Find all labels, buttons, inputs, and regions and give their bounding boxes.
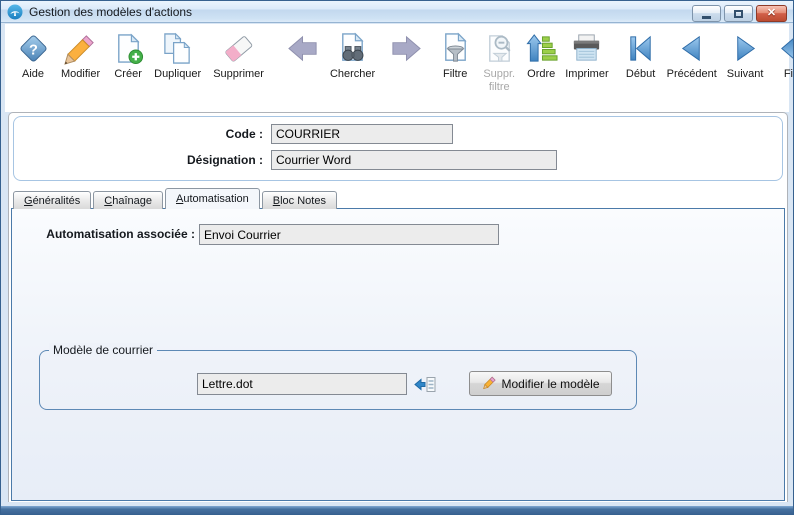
toolbar-button-label: Précédent (667, 68, 717, 81)
maximize-button[interactable] (724, 5, 753, 22)
svg-text:?: ? (29, 42, 38, 58)
toolbar-button-label: Ordre (527, 68, 555, 81)
arrow-left-icon (286, 29, 322, 67)
picklist-icon (414, 375, 436, 394)
toolbar-button-label: Filtre (443, 68, 467, 81)
mail-template-groupbox: Modèle de courrier (39, 350, 637, 410)
minimize-button[interactable] (692, 5, 721, 22)
close-button[interactable]: ✕ (756, 5, 787, 22)
toolbar-button-chercher-precedent[interactable] (284, 29, 324, 68)
app-icon (7, 4, 23, 20)
toolbar-button-label: Chercher (330, 68, 375, 81)
content-area: Code : Désignation : Généralités Chaînag… (8, 112, 788, 502)
toolbar-button-supprimer[interactable]: Supprimer (211, 29, 266, 81)
tab-automatisation[interactable]: Automatisation (165, 188, 260, 209)
next-record-icon (727, 29, 763, 67)
toolbar-button-label: Supprimer (213, 68, 264, 81)
record-header-form: Code : Désignation : (13, 116, 783, 181)
toolbar-button-dupliquer[interactable]: Dupliquer (152, 29, 203, 81)
toolbar-button-suivant[interactable]: Suivant (725, 29, 766, 81)
automation-input[interactable] (199, 224, 499, 245)
duplicate-icon (160, 29, 196, 67)
filter-icon (437, 29, 473, 67)
first-record-icon (623, 29, 659, 67)
toolbar-button-imprimer[interactable]: Imprimer (563, 29, 610, 81)
remove-filter-icon (481, 29, 517, 67)
code-input[interactable] (271, 124, 453, 144)
automation-label: Automatisation associée : (12, 227, 195, 241)
toolbar-button-chercher-suivant[interactable] (385, 29, 425, 68)
toolbar-button-label: Modifier (61, 68, 100, 81)
designation-input[interactable] (271, 150, 557, 170)
picklist-button[interactable] (414, 375, 436, 394)
edit-template-button-label: Modifier le modèle (501, 377, 599, 391)
tab-panel-automatisation: Automatisation associée : Modèle de cour… (11, 208, 785, 501)
last-record-icon (773, 29, 794, 67)
sort-order-icon (523, 29, 559, 67)
toolbar-button-label: Aide (22, 68, 44, 81)
tab-bar: Généralités Chaînage Automatisation Bloc… (13, 188, 339, 209)
toolbar: ? Aide Modifier (5, 24, 789, 112)
maximize-icon (734, 10, 743, 18)
tab-bloc-notes[interactable]: Bloc Notes (262, 191, 337, 209)
edit-template-button[interactable]: Modifier le modèle (469, 371, 612, 396)
toolbar-button-aide[interactable]: ? Aide (13, 29, 53, 81)
toolbar-button-label: Fin (784, 68, 794, 81)
toolbar-button-label: Imprimer (565, 68, 608, 81)
printer-icon (569, 29, 605, 67)
toolbar-button-label: Suppr. filtre (483, 68, 515, 93)
close-icon: ✕ (767, 8, 776, 19)
titlebar: Gestion des modèles d'actions ✕ (1, 1, 793, 23)
new-document-icon (110, 29, 146, 67)
groupbox-title: Modèle de courrier (49, 343, 157, 357)
toolbar-button-creer[interactable]: Créer (108, 29, 148, 81)
designation-label: Désignation : (14, 153, 263, 167)
toolbar-button-fin[interactable]: Fin (771, 29, 794, 81)
template-file-input[interactable] (197, 373, 407, 395)
toolbar-button-label: Créer (114, 68, 142, 81)
code-label: Code : (14, 127, 263, 141)
search-document-icon (335, 29, 371, 67)
help-icon: ? (15, 29, 51, 67)
application-window: Gestion des modèles d'actions ✕ ? Aide (0, 0, 794, 515)
toolbar-button-label: Suivant (727, 68, 764, 81)
minimize-icon (702, 16, 711, 19)
eraser-icon (221, 29, 257, 67)
toolbar-button-debut[interactable]: Début (621, 29, 661, 81)
toolbar-button-label: Début (626, 68, 655, 81)
toolbar-button-ordre[interactable]: Ordre (521, 29, 561, 81)
toolbar-button-label: Dupliquer (154, 68, 201, 81)
tab-chainage[interactable]: Chaînage (93, 191, 163, 209)
previous-record-icon (674, 29, 710, 67)
pencil-icon (63, 29, 99, 67)
tab-generalites[interactable]: Généralités (13, 191, 91, 209)
toolbar-button-precedent[interactable]: Précédent (665, 29, 719, 81)
toolbar-button-chercher[interactable]: Chercher (328, 29, 377, 81)
pencil-icon (481, 376, 496, 391)
toolbar-button-suppr-filtre: Suppr. filtre (479, 29, 519, 93)
window-title: Gestion des modèles d'actions (29, 5, 192, 19)
toolbar-button-modifier[interactable]: Modifier (59, 29, 102, 81)
window-bottom-edge (1, 506, 793, 514)
arrow-right-icon (387, 29, 423, 67)
toolbar-button-filtre[interactable]: Filtre (435, 29, 475, 81)
